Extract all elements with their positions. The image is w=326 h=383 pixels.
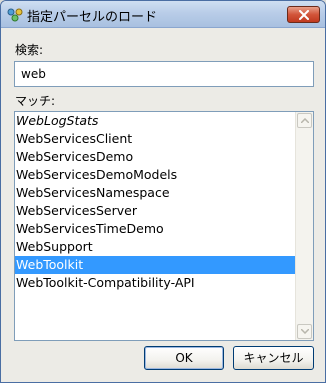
load-parcel-dialog: 指定パーセルのロード 検索: マッチ: WebLogStatsWebServic… [0,0,326,383]
search-input[interactable] [14,61,314,87]
search-label: 検索: [15,43,44,57]
list-item[interactable]: WebServicesClient [15,130,297,148]
close-button[interactable] [287,6,320,23]
list-item[interactable]: WebServicesDemoModels [15,166,297,184]
list-item[interactable]: WebServicesTimeDemo [15,220,297,238]
matches-listbox[interactable]: WebLogStats WebServicesClient WebServicesD… [14,111,314,341]
matches-list: WebLogStats WebServicesClient WebServicesD… [15,112,297,292]
title-bar[interactable]: 指定パーセルのロード [1,1,325,28]
close-icon [299,10,309,20]
vertical-scrollbar[interactable] [295,112,313,340]
cancel-button[interactable]: キャンセル [233,346,314,370]
list-item[interactable]: WebServicesDemo [15,148,297,166]
scroll-down-button[interactable] [297,324,312,339]
list-item[interactable]: WebSupport [15,238,297,256]
list-item[interactable]: WebToolkit-Compatibility-API [15,274,297,292]
arrow-up-icon [301,118,309,123]
ok-button[interactable]: OK [144,346,224,370]
list-item[interactable]: WebToolkit [15,256,297,274]
list-item[interactable]: WebServicesNamespace [15,184,297,202]
list-item[interactable]: WebServicesServer [15,202,297,220]
list-item[interactable]: WebLogStats [15,112,297,130]
matches-label: マッチ: [15,94,56,108]
scroll-up-button[interactable] [297,113,312,128]
arrow-down-icon [301,329,309,334]
window-title: 指定パーセルのロード [27,10,158,25]
parcel-icon [7,7,23,22]
